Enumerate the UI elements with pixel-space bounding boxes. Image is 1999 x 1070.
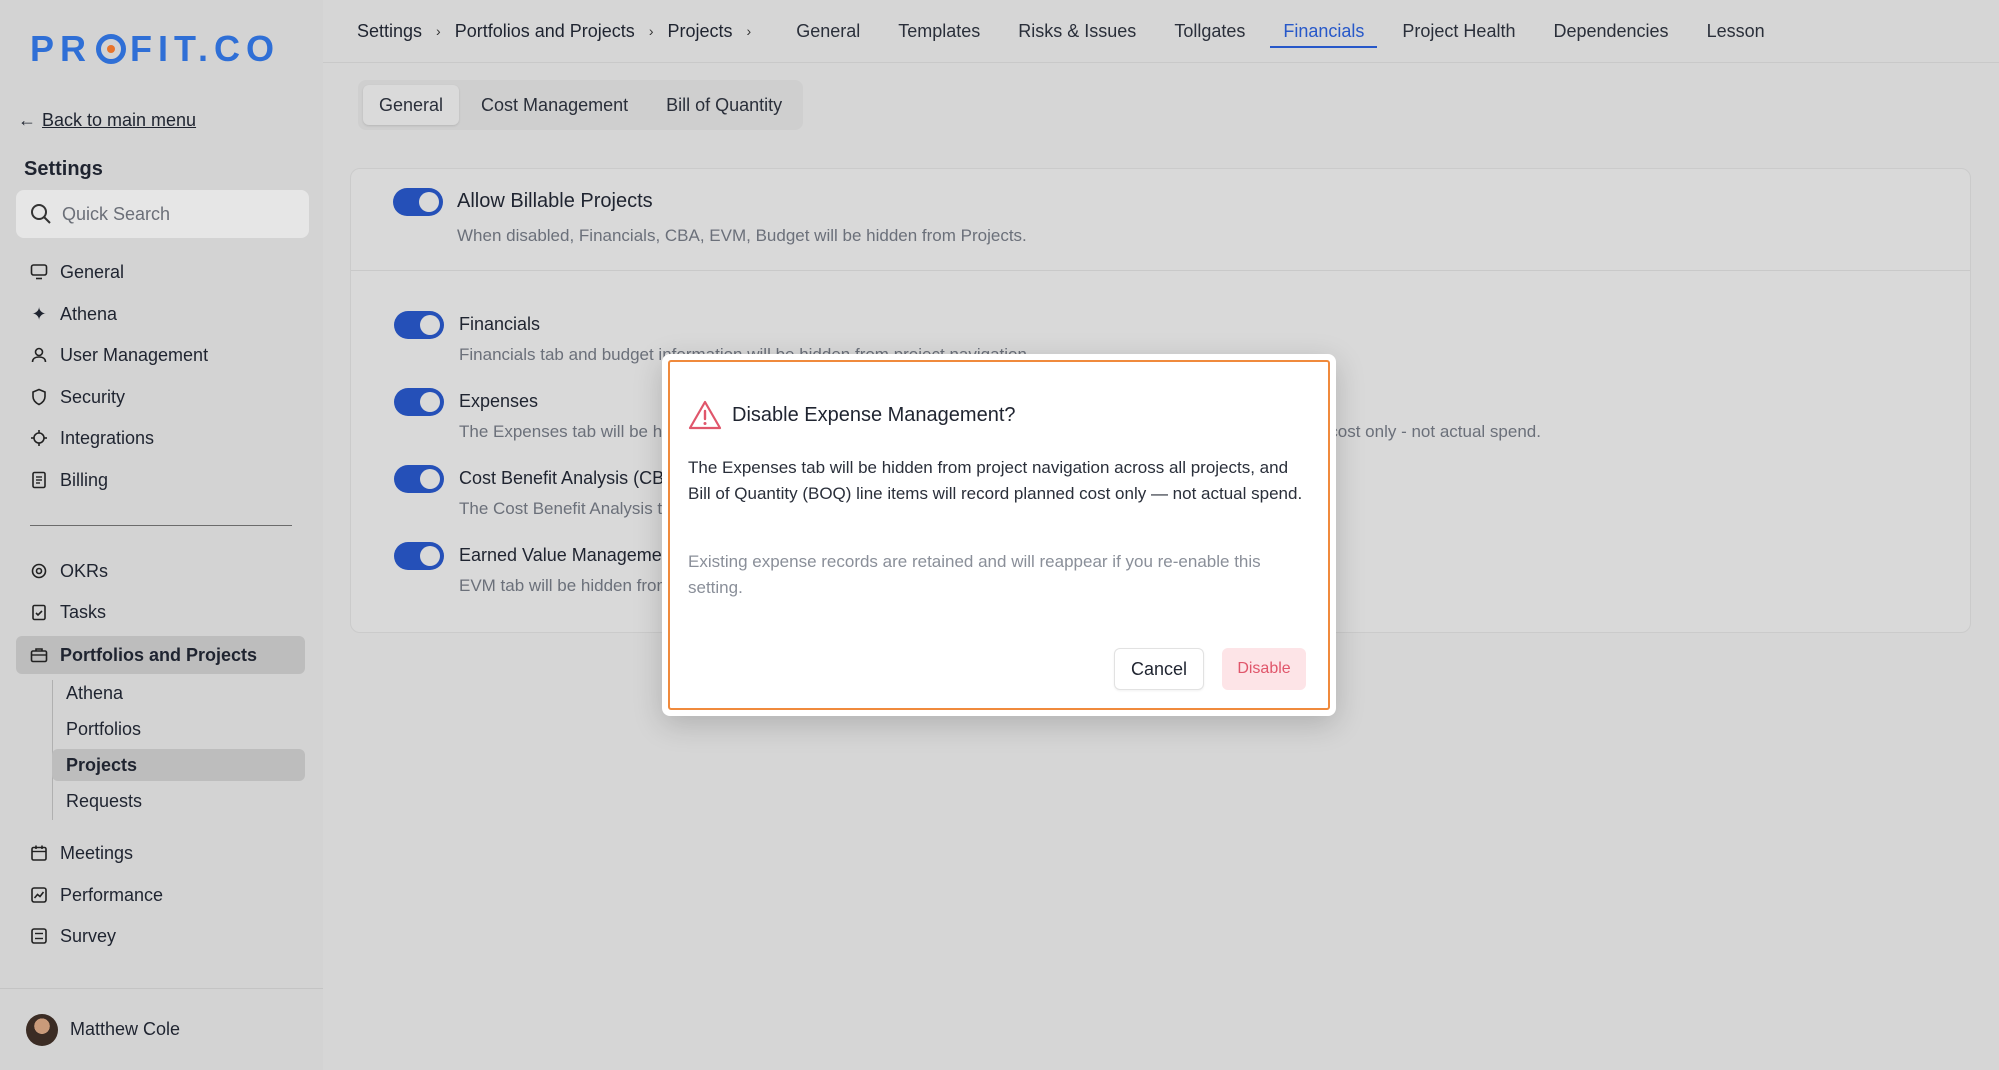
dialog-title: Disable Expense Management? xyxy=(732,403,1016,426)
cancel-button[interactable]: Cancel xyxy=(1114,648,1204,690)
dialog-note: Existing expense records are retained an… xyxy=(688,552,1261,597)
dialog-body: The Expenses tab will be hidden from pro… xyxy=(688,458,1303,503)
warning-icon xyxy=(688,400,722,430)
dialog-header: Disable Expense Management? xyxy=(688,400,1016,430)
disable-button[interactable]: Disable xyxy=(1222,648,1306,690)
disable-expense-dialog: Disable Expense Management? The Expenses… xyxy=(662,354,1336,716)
